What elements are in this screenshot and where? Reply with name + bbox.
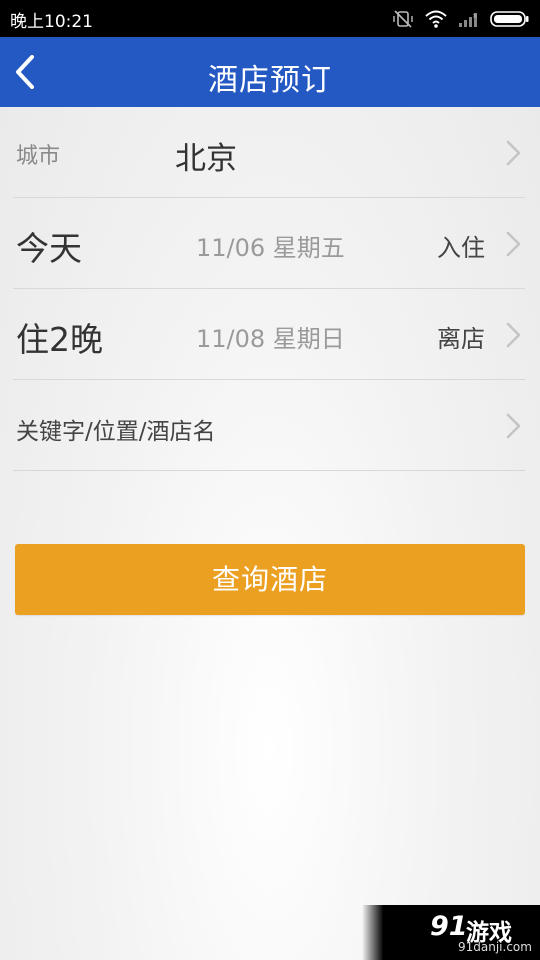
battery-icon [490,10,530,28]
mute-vibrate-icon [392,8,414,30]
chevron-right-icon [506,322,521,348]
watermark-logo: 91 [430,911,468,942]
booking-form: 城市 北京 今天 11/06 星期五 入住 住2晚 11/08 星期日 离店 关… [0,107,540,471]
nights-label: 住2晚 [16,320,103,359]
chevron-right-icon [506,231,521,257]
page-title: 酒店预订 [208,63,332,98]
checkin-tag: 入住 [437,234,485,262]
status-time: 晚上10:21 [10,12,93,32]
svg-text:×: × [472,12,478,20]
checkout-row[interactable]: 住2晚 11/08 星期日 离店 [13,289,525,380]
checkin-row[interactable]: 今天 11/06 星期五 入住 [13,198,525,289]
chevron-right-icon [506,413,521,439]
chevron-right-icon [506,140,521,166]
title-bar: 酒店预订 [0,37,540,107]
city-row[interactable]: 城市 北京 [13,107,525,198]
checkin-date: 11/06 星期五 [196,234,345,262]
watermark: 91 游戏 91danji.com [362,905,540,960]
keyword-row[interactable]: 关键字/位置/酒店名 [13,380,525,471]
checkout-tag: 离店 [437,325,485,353]
wifi-icon [424,9,448,29]
city-label: 城市 [16,144,61,169]
status-bar: 晚上10:21 × [0,0,540,37]
search-hotel-button[interactable]: 查询酒店 [15,544,525,615]
checkin-label: 今天 [16,229,82,268]
signal-icon: × [458,10,480,28]
checkout-date: 11/08 星期日 [196,325,345,353]
keyword-field[interactable]: 关键字/位置/酒店名 [16,412,216,446]
city-value: 北京 [175,141,237,177]
status-icons: × [392,8,530,30]
watermark-url: 91danji.com [458,940,532,954]
